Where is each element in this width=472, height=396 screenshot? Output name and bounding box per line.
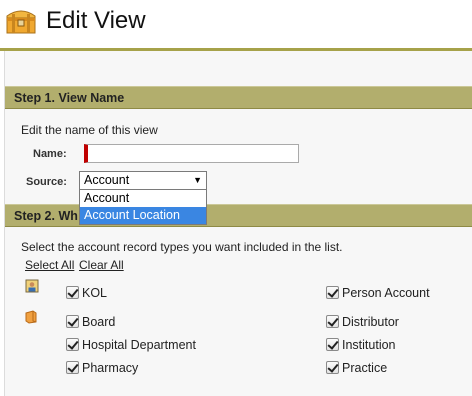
record-type-institution-label: Institution bbox=[342, 338, 396, 352]
source-option-account-location[interactable]: Account Location bbox=[80, 207, 206, 224]
record-type-board-label: Board bbox=[82, 315, 116, 329]
step1-heading: Step 1. View Name bbox=[5, 86, 472, 109]
checkbox-board[interactable] bbox=[66, 315, 79, 328]
select-all-link[interactable]: Select All bbox=[25, 258, 74, 272]
step2-instructions: Select the account record types you want… bbox=[21, 240, 343, 254]
source-dropdown-list: Account Account Location bbox=[79, 189, 207, 225]
checkbox-institution[interactable] bbox=[326, 338, 339, 351]
checkbox-person-account[interactable] bbox=[326, 286, 339, 299]
record-type-hospital-department-label: Hospital Department bbox=[82, 338, 196, 352]
treasure-chest-icon bbox=[6, 10, 36, 34]
source-select[interactable]: Account ▼ bbox=[79, 171, 207, 190]
step2-heading: Step 2. Wh bbox=[5, 204, 472, 227]
page-title: Edit View bbox=[46, 7, 146, 34]
record-type-kol-label: KOL bbox=[82, 286, 108, 300]
dropdown-arrow-icon[interactable]: ▼ bbox=[193, 172, 202, 189]
record-type-pharmacy-label: Pharmacy bbox=[82, 361, 139, 375]
source-option-account[interactable]: Account bbox=[80, 190, 206, 207]
record-type-practice-label: Practice bbox=[342, 361, 388, 375]
checkbox-hospital-department[interactable] bbox=[66, 338, 79, 351]
person-account-icon bbox=[25, 279, 39, 293]
view-name-input[interactable] bbox=[84, 144, 299, 163]
page-header: Edit View bbox=[0, 0, 472, 50]
checkbox-distributor[interactable] bbox=[326, 315, 339, 328]
name-label: Name: bbox=[33, 148, 67, 160]
source-selected-value: Account bbox=[84, 173, 130, 187]
business-account-icon bbox=[25, 310, 37, 324]
source-label: Source: bbox=[26, 176, 67, 188]
record-type-distributor-label: Distributor bbox=[342, 315, 399, 329]
clear-all-link[interactable]: Clear All bbox=[79, 258, 124, 272]
record-type-person-account-label: Person Account bbox=[342, 286, 430, 300]
checkbox-pharmacy[interactable] bbox=[66, 361, 79, 374]
step1-instructions: Edit the name of this view bbox=[21, 123, 158, 137]
checkbox-kol[interactable] bbox=[66, 286, 79, 299]
checkbox-practice[interactable] bbox=[326, 361, 339, 374]
